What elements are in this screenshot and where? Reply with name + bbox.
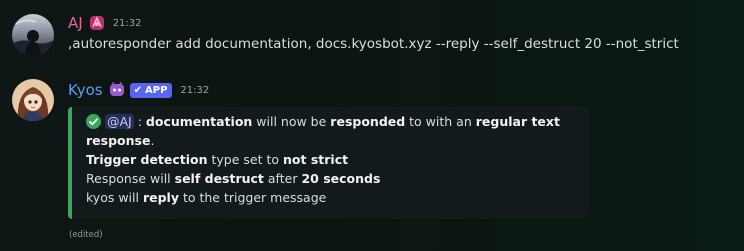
text: to the trigger message <box>178 190 327 205</box>
text-bold: Trigger detection <box>86 152 208 167</box>
text: type set to <box>207 152 284 167</box>
embed-line: @AJ : documentation will now be responde… <box>86 112 577 131</box>
text: . <box>150 133 155 148</box>
timestamp: 21:32 <box>180 84 210 96</box>
bot-face-icon <box>109 81 125 98</box>
text-bold: responded <box>330 114 406 129</box>
text: will now be <box>252 114 331 129</box>
edited-label: (edited) <box>69 230 103 240</box>
text: kyos will <box>86 190 143 205</box>
keyword: documentation <box>145 114 253 129</box>
text-bold: not strict <box>283 152 349 167</box>
avatar-aj[interactable] <box>12 14 54 56</box>
message-kyos: Kyos ✔ APP 21:32 @AJ : documentation wil… <box>0 70 744 251</box>
embed-line: Response will self destruct after 20 sec… <box>86 169 577 188</box>
message-header: Kyos ✔ APP 21:32 <box>68 80 209 100</box>
message-aj: AJ 21:32 ,autoresponder add documentatio… <box>0 0 744 70</box>
username[interactable]: AJ <box>68 14 83 32</box>
text-bold: 20 seconds <box>301 171 381 186</box>
check-circle-icon <box>86 114 101 129</box>
text-bold: reply <box>142 190 179 205</box>
message-content: ,autoresponder add documentation, docs.k… <box>68 36 679 52</box>
embed-line: kyos will reply to the trigger message <box>86 188 577 207</box>
username[interactable]: Kyos <box>68 81 103 99</box>
embed-line: Trigger detection type set to not strict <box>86 150 577 169</box>
badge-label: APP <box>145 84 168 96</box>
avatar-kyos[interactable] <box>12 79 54 121</box>
text: to with an <box>405 114 476 129</box>
timestamp: 21:32 <box>112 17 142 29</box>
text-bold: self destruct <box>174 171 264 186</box>
user-mention[interactable]: @AJ <box>105 114 134 129</box>
text: Response will <box>86 171 175 186</box>
embed: @AJ : documentation will now be responde… <box>68 107 589 219</box>
verified-check-icon: ✔ <box>133 84 143 96</box>
text: after <box>263 171 302 186</box>
embed-line: response. <box>86 131 577 150</box>
app-badge: ✔ APP <box>129 82 173 98</box>
message-header: AJ 21:32 <box>68 13 142 33</box>
text-bold: regular text <box>475 114 560 129</box>
text: : <box>133 114 146 129</box>
text-bold: response <box>86 133 151 148</box>
role-icon <box>89 15 105 31</box>
